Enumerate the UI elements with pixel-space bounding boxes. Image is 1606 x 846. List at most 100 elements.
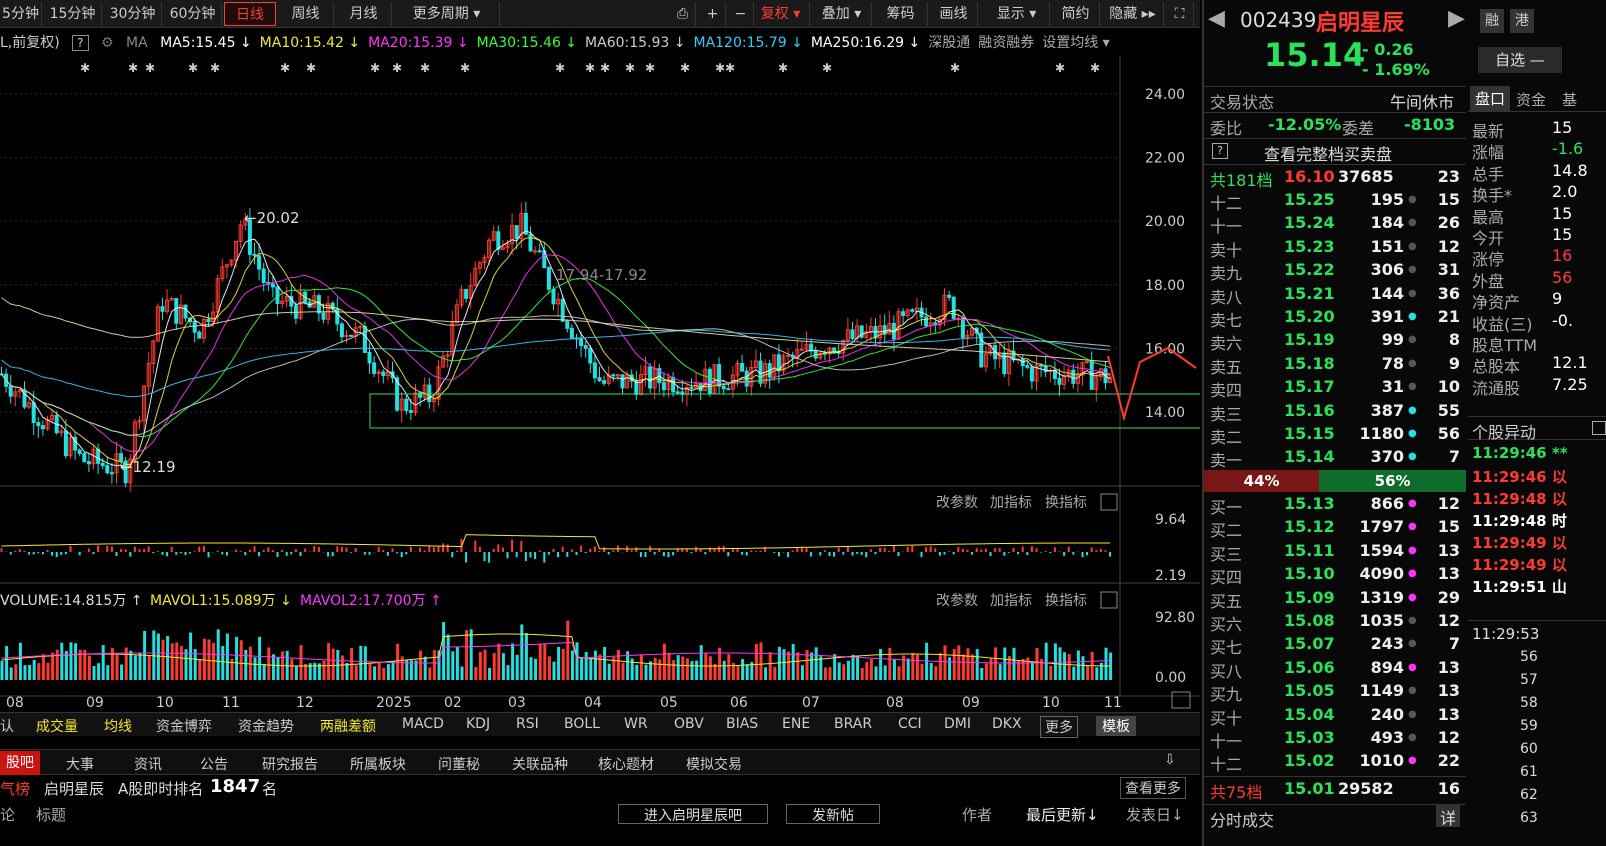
tab-handicap[interactable]: 盘口	[1470, 86, 1510, 112]
toolbar-tool[interactable]: 画线	[930, 2, 978, 26]
volume-bar	[253, 657, 257, 680]
toolbar-tool[interactable]: 复权 ▾	[752, 2, 810, 26]
gear-icon[interactable]: ⚙	[101, 35, 114, 51]
toolbar-tool[interactable]: 叠加 ▾	[812, 2, 872, 26]
download-icon[interactable]: ⇩	[1164, 752, 1176, 768]
indicator-tab[interactable]: MACD	[402, 716, 444, 732]
quote-value: 9	[1552, 289, 1563, 309]
info-tab[interactable]: 资讯	[134, 754, 162, 774]
indicator-tab[interactable]: ENE	[782, 716, 810, 732]
period-tab[interactable]: 15分钟	[44, 2, 102, 26]
movement-row[interactable]: 11:29:48 以	[1472, 488, 1567, 509]
zoom-out-icon[interactable]: −	[728, 2, 754, 26]
help-icon[interactable]: ?	[72, 35, 89, 51]
add-watchlist-button[interactable]: 自选 —	[1478, 47, 1562, 73]
volume-bar	[244, 649, 248, 680]
indicator-tab[interactable]: RSI	[516, 716, 539, 732]
indicator-tab[interactable]: DMI	[944, 716, 971, 732]
indicator-tab[interactable]: KDJ	[466, 716, 490, 732]
movement-time: 11:29:46	[1472, 468, 1547, 486]
full-book-row[interactable]: ? 查看完整档买卖盘	[1204, 138, 1466, 164]
period-tab[interactable]: 60分钟	[164, 2, 222, 26]
movement-row[interactable]: 11:29:49 以	[1472, 532, 1567, 553]
info-tab[interactable]: 模拟交易	[686, 754, 742, 774]
tick-second: 56	[1520, 649, 1538, 665]
full-book-link[interactable]: 查看完整档买卖盘	[1264, 141, 1392, 165]
info-tab[interactable]: 关联品种	[512, 754, 568, 774]
info-tab[interactable]: 研究报告	[262, 754, 318, 774]
toolbar-tool[interactable]: 显示 ▾	[984, 2, 1050, 26]
movement-row[interactable]: 11:29:49 以	[1472, 554, 1567, 575]
indicator-tab[interactable]: BOLL	[564, 716, 600, 732]
tab-funds[interactable]: 资金	[1516, 89, 1546, 110]
indicator-tab[interactable]: 认	[0, 716, 14, 736]
info-tab[interactable]: 股吧	[0, 751, 40, 775]
detail-button[interactable]: 详	[1436, 805, 1460, 828]
info-tab[interactable]: 核心题材	[598, 754, 654, 774]
level-dot-icon: ●	[1408, 217, 1417, 229]
indicator-tab[interactable]: 模板	[1096, 716, 1136, 736]
info-tab[interactable]: 大事	[66, 754, 94, 774]
indicator-tab[interactable]: 均线	[104, 716, 132, 736]
period-tab[interactable]: 月线	[336, 2, 392, 26]
period-tab[interactable]: 更多周期 ▾	[394, 2, 500, 26]
volume-bar	[906, 658, 910, 680]
panel-button[interactable]: 加指标	[990, 495, 1032, 511]
snapshot-icon[interactable]: ⎙	[670, 2, 696, 26]
period-tab[interactable]: 5分钟	[0, 2, 42, 26]
next-stock-icon[interactable]: ▶	[1448, 6, 1465, 31]
indicator-tab[interactable]: 两融差额	[320, 716, 376, 736]
movement-row[interactable]: 11:29:46 以	[1472, 466, 1567, 487]
ma-link[interactable]: 设置均线 ▾	[1042, 35, 1109, 51]
ma-link[interactable]: 融资融券	[978, 35, 1034, 51]
indicator-tab[interactable]: OBV	[674, 716, 704, 732]
period-tab[interactable]: 30分钟	[104, 2, 162, 26]
fullscreen-icon[interactable]: ⛶	[1166, 2, 1194, 26]
indicator-tab[interactable]: 成交量	[36, 716, 78, 736]
movement-row[interactable]: 11:29:48 时	[1472, 510, 1567, 531]
info-tab[interactable]: 公告	[200, 754, 228, 774]
quote-key: 收益(三)	[1472, 314, 1533, 334]
indicator-tab[interactable]: 资金博弈	[156, 716, 212, 736]
kline-chart[interactable]: 24.0022.0020.0018.0016.0014.00←20.02←12.…	[0, 56, 1200, 712]
panel-button[interactable]: 换指标	[1045, 494, 1087, 511]
indicator-tab[interactable]: BRAR	[834, 716, 872, 732]
indicator-tab[interactable]: CCI	[898, 716, 922, 732]
panel-button[interactable]: 改参数	[936, 592, 978, 609]
period-tab[interactable]: 日线	[224, 2, 276, 26]
movement-row[interactable]: 11:29:46 **	[1472, 444, 1568, 462]
quote-key: 净资产	[1472, 293, 1521, 313]
info-tab[interactable]: 问董秘	[438, 754, 480, 774]
volume-legend: VOLUME:14.815万 ↑	[0, 593, 143, 609]
col-posted[interactable]: 发表日↓	[1126, 804, 1184, 825]
zoom-in-icon[interactable]: +	[700, 2, 726, 26]
x-tick-label: 02	[444, 695, 462, 711]
indicator-tab[interactable]: 更多	[1040, 716, 1078, 738]
help-icon[interactable]: ?	[1212, 143, 1228, 159]
indicator-tab[interactable]: 资金趋势	[238, 716, 294, 736]
diff-label: 委差	[1342, 119, 1375, 138]
toolbar-tool[interactable]: 隐藏 ▸▸	[1102, 2, 1164, 26]
new-post-button[interactable]: 发新帖	[786, 804, 880, 824]
indicator-tab[interactable]: WR	[624, 716, 648, 732]
level-dot-icon: ●	[1408, 194, 1417, 205]
panel-button[interactable]: 加指标	[990, 593, 1032, 609]
col-author[interactable]: 作者	[962, 804, 992, 825]
view-more-button[interactable]: 查看更多	[1120, 777, 1186, 799]
tab-basic[interactable]: 基	[1562, 89, 1577, 110]
panel-button[interactable]: 换指标	[1045, 592, 1087, 609]
movement-checkbox[interactable]	[1592, 421, 1606, 435]
toolbar-tool[interactable]: 简约	[1052, 2, 1100, 26]
panel-button[interactable]: 改参数	[936, 494, 978, 511]
movement-row[interactable]: 11:29:51 山	[1472, 576, 1567, 597]
indicator-tab[interactable]: BIAS	[726, 716, 758, 732]
level-label: 十二	[1210, 755, 1243, 775]
col-updated[interactable]: 最后更新↓	[1026, 804, 1099, 825]
enter-forum-button[interactable]: 进入启明星辰吧	[618, 804, 768, 824]
toolbar-tool[interactable]: 筹码	[874, 2, 928, 26]
prev-stock-icon[interactable]: ◀	[1208, 6, 1225, 31]
period-tab[interactable]: 周线	[278, 2, 334, 26]
ma-link[interactable]: 深股通	[928, 35, 970, 51]
info-tab[interactable]: 所属板块	[350, 754, 406, 774]
indicator-tab[interactable]: DKX	[992, 716, 1022, 732]
